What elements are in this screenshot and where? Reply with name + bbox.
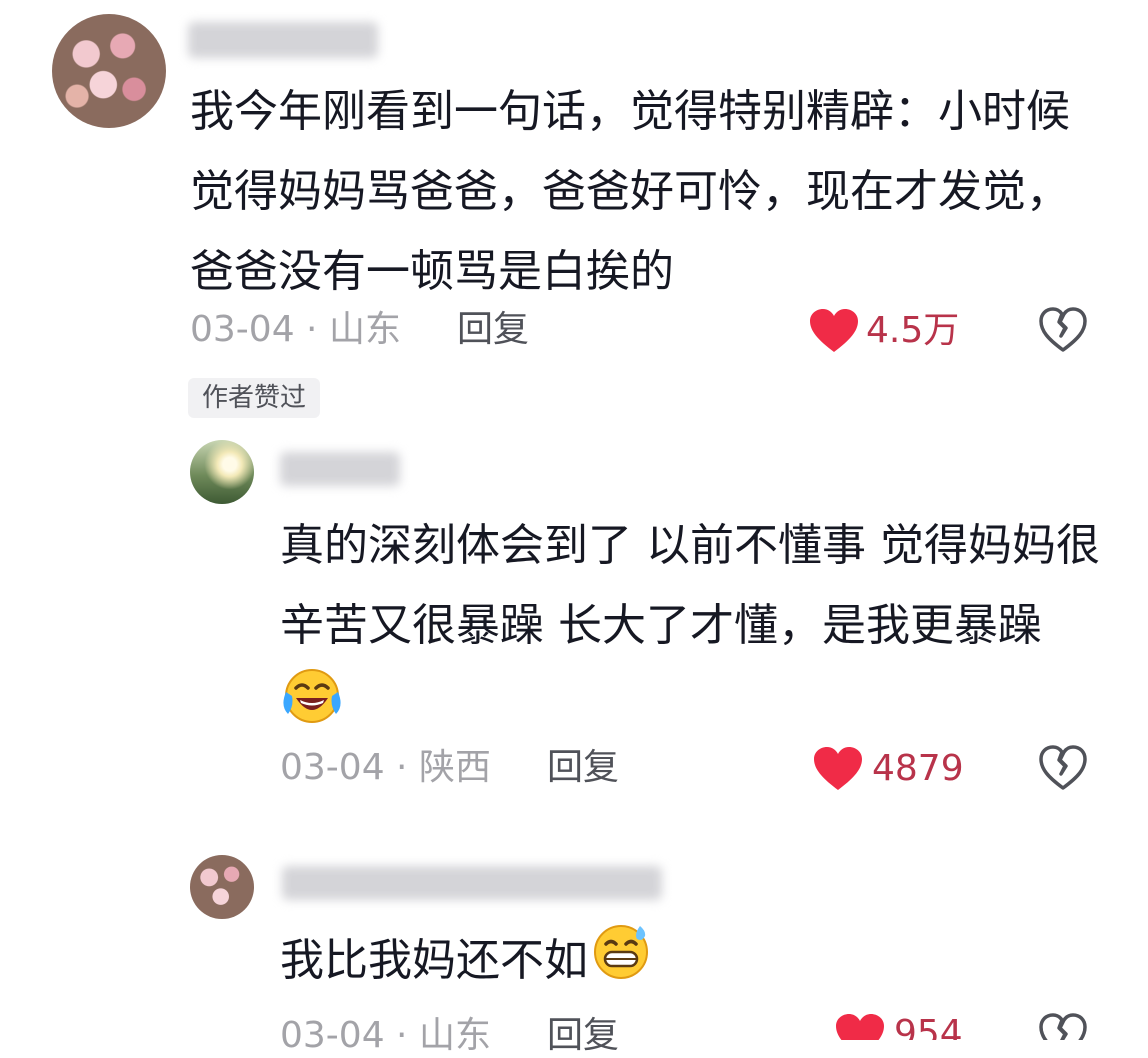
username-blurred[interactable] <box>282 866 662 900</box>
broken-heart-icon <box>1038 307 1088 358</box>
comment-meta: 03-04 · 山东 回复 <box>280 1014 619 1058</box>
comment-text: 我今年刚看到一句话，觉得特别精辟：小时候觉得妈妈骂爸爸，爸爸好可怜，现在才发觉，… <box>190 86 1070 297</box>
heart-icon <box>808 307 860 355</box>
heart-icon <box>812 745 864 793</box>
reply-comment-body: 我比我妈还不如 <box>280 920 1100 1006</box>
laughing-tears-emoji <box>282 666 342 750</box>
like-count: 954 <box>894 1013 963 1040</box>
comment-location: 陕西 <box>418 747 491 788</box>
dislike-button[interactable] <box>1038 744 1088 792</box>
grinning-sweat-emoji <box>590 920 652 1006</box>
comment-text: 真的深刻体会到了 以前不懂事 觉得妈妈很辛苦又很暴躁 长大了才懂，是我更暴躁 <box>280 520 1100 651</box>
broken-heart-icon <box>1038 745 1088 796</box>
comment-meta: 03-04 · 陕西 回复 <box>280 746 619 790</box>
comment-date: 03-04 <box>190 309 295 350</box>
username-blurred[interactable] <box>280 452 400 486</box>
comment-location: 山东 <box>418 1015 491 1056</box>
like-button[interactable]: 4879 <box>812 744 972 794</box>
comment-text: 我比我妈还不如 <box>280 935 588 986</box>
dislike-button[interactable] <box>1038 1012 1088 1040</box>
reply-button[interactable]: 回复 <box>547 1014 619 1058</box>
like-button[interactable]: 954 <box>834 1012 974 1040</box>
reply-comment-body: 真的深刻体会到了 以前不懂事 觉得妈妈很辛苦又很暴躁 长大了才懂，是我更暴躁 <box>280 506 1100 750</box>
comment-location: 山东 <box>328 309 401 350</box>
like-button[interactable]: 4.5万 <box>808 306 968 356</box>
avatar[interactable] <box>52 14 166 128</box>
username-blurred[interactable] <box>188 22 378 58</box>
author-liked-badge: 作者赞过 <box>188 378 321 418</box>
reply-button[interactable]: 回复 <box>457 308 529 352</box>
dislike-button[interactable] <box>1038 306 1088 354</box>
like-count: 4879 <box>872 748 964 789</box>
comment-date: 03-04 <box>280 747 385 788</box>
avatar[interactable] <box>190 440 254 504</box>
avatar[interactable] <box>190 855 254 919</box>
comment-date: 03-04 <box>280 1015 385 1056</box>
heart-icon <box>834 1012 886 1040</box>
reply-button[interactable]: 回复 <box>547 746 619 790</box>
comment-meta: 03-04 · 山东 回复 <box>190 308 529 352</box>
like-count: 4.5万 <box>866 310 960 351</box>
